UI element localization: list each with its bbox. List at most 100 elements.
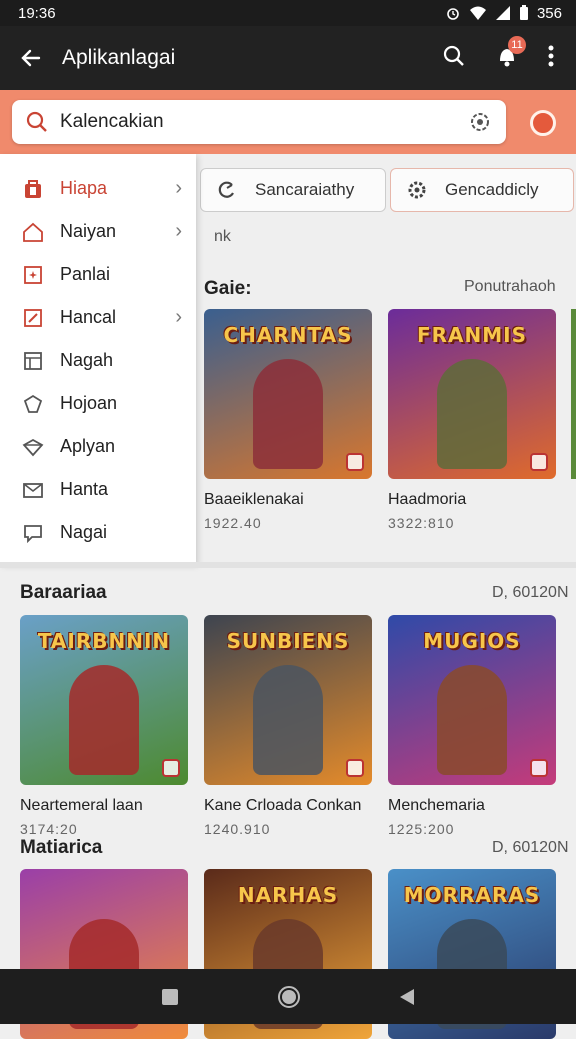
drawer-item-label: Hancal bbox=[60, 307, 117, 327]
arrow-left-icon bbox=[21, 49, 41, 67]
shield-icon bbox=[23, 394, 43, 413]
status-icons: 356 bbox=[445, 5, 562, 22]
drawer-item-label: Panlai bbox=[60, 264, 111, 284]
drawer-item-label: Nagai bbox=[60, 522, 108, 542]
search-bar[interactable] bbox=[12, 100, 506, 144]
rating-badge-icon bbox=[346, 759, 364, 777]
bag-icon bbox=[25, 179, 41, 198]
game-thumbnail: FRANMIS bbox=[388, 309, 556, 479]
drawer-item[interactable]: Hancal › bbox=[0, 296, 196, 339]
game-character bbox=[437, 359, 507, 469]
section-divider bbox=[0, 562, 576, 568]
game-art-title: CHARNTAS bbox=[223, 323, 353, 347]
status-time: 19:36 bbox=[18, 4, 56, 22]
mail-icon bbox=[23, 482, 43, 498]
game-name: Haadmoria bbox=[388, 491, 467, 508]
game-art-title: MORRARAS bbox=[403, 883, 541, 907]
rating-badge-icon bbox=[162, 759, 180, 777]
drawer-item[interactable]: Nagah bbox=[0, 339, 196, 382]
search-button[interactable] bbox=[442, 44, 466, 73]
chip-filter-2[interactable]: Gencaddicly bbox=[390, 168, 574, 212]
drawer-item-label: Hanta bbox=[60, 479, 109, 499]
game-thumbnail: MUGIOS bbox=[388, 615, 556, 785]
overflow-menu-button[interactable] bbox=[548, 45, 554, 72]
drawer-item[interactable]: Hojoan bbox=[0, 382, 196, 425]
battery-icon bbox=[519, 5, 528, 20]
game-character bbox=[69, 665, 139, 775]
section-title: Baraariaa bbox=[20, 582, 107, 603]
drawer-item-label: Hojoan bbox=[60, 393, 118, 413]
section-title: Matiarica bbox=[20, 837, 103, 858]
sparkle-frame-icon bbox=[24, 265, 42, 284]
chevron-right-icon: › bbox=[175, 306, 182, 328]
drawer-item[interactable]: Aplyan bbox=[0, 425, 196, 468]
drawer-item[interactable]: Naiyan › bbox=[0, 210, 196, 253]
game-meta: 1240.910 bbox=[204, 821, 271, 837]
rating-badge-icon bbox=[530, 759, 548, 777]
chat-icon bbox=[24, 524, 42, 543]
app-bar: Aplikanlagai 11 bbox=[0, 26, 576, 90]
layout-icon bbox=[24, 351, 42, 370]
filter-note: nk bbox=[214, 228, 231, 245]
game-thumbnail: CHARNTAS bbox=[204, 309, 372, 479]
game-meta: 3174:20 bbox=[20, 821, 78, 837]
drawer-item-label: Nagah bbox=[60, 350, 114, 370]
drawer-item-label: Naiyan bbox=[60, 221, 117, 241]
chip-filter-1[interactable]: Sancaraiathy bbox=[200, 168, 386, 212]
notification-badge: 11 bbox=[508, 35, 526, 54]
home-icon bbox=[23, 222, 43, 242]
search-input[interactable] bbox=[60, 111, 468, 133]
wifi-icon bbox=[469, 6, 486, 20]
rating-badge-icon bbox=[530, 453, 548, 471]
drawer-item[interactable]: Nagai bbox=[0, 511, 196, 554]
refresh-icon bbox=[218, 181, 234, 198]
avatar[interactable] bbox=[530, 110, 556, 136]
game-card[interactable]: MUGIOS Menchemaria 1225:200 bbox=[388, 615, 558, 837]
game-name: Neartemeral laan bbox=[20, 797, 143, 814]
rating-badge-icon bbox=[346, 453, 364, 471]
chip-label: Sancaraiathy bbox=[255, 180, 355, 199]
game-character bbox=[437, 665, 507, 775]
game-meta: 1922.40 bbox=[204, 515, 262, 531]
game-art-title: NARHAS bbox=[237, 883, 339, 907]
game-meta: 1225:200 bbox=[388, 821, 455, 837]
diamond-icon bbox=[22, 438, 44, 456]
drawer-item-label: Hiapa bbox=[60, 178, 108, 198]
drawer-item-label: Aplyan bbox=[60, 436, 116, 456]
game-thumbnail: SUNBIENS bbox=[204, 615, 372, 785]
back-button[interactable] bbox=[0, 46, 62, 70]
next-card-peek[interactable] bbox=[571, 309, 576, 479]
game-art-title: SUNBIENS bbox=[226, 629, 350, 653]
gear-icon bbox=[408, 181, 426, 199]
game-card[interactable]: SUNBIENS Kane Crloada Conkan 1240.910 bbox=[204, 615, 374, 837]
home-button-icon[interactable] bbox=[277, 985, 301, 1009]
notifications-button[interactable]: 11 bbox=[496, 35, 526, 73]
status-bar: 19:36 356 bbox=[0, 0, 576, 26]
more-vertical-icon bbox=[548, 45, 554, 66]
drawer-item[interactable]: Hanta bbox=[0, 468, 196, 511]
signal-icon bbox=[495, 6, 510, 20]
back-button-icon[interactable] bbox=[399, 988, 415, 1006]
section-see-all-link[interactable]: D, 60120N bbox=[492, 584, 569, 602]
page-title: Aplikanlagai bbox=[62, 46, 176, 69]
section-see-all-link[interactable]: D, 60120N bbox=[492, 839, 569, 857]
game-card[interactable]: TAIRBNNIN Neartemeral laan 3174:20 bbox=[20, 615, 190, 837]
game-meta: 3322:810 bbox=[388, 515, 455, 531]
game-art-title: MUGIOS bbox=[423, 629, 521, 653]
game-art-title: TAIRBNNIN bbox=[37, 629, 171, 653]
edit-icon bbox=[24, 308, 42, 327]
settings-icon[interactable] bbox=[468, 110, 492, 134]
chevron-right-icon: › bbox=[175, 220, 182, 242]
game-card[interactable]: CHARNTAS Baaeiklenakai 1922.40 bbox=[204, 309, 374, 531]
section-see-all-link[interactable]: Ponutrahaoh bbox=[464, 278, 556, 296]
battery-level: 356 bbox=[536, 4, 562, 22]
game-card[interactable]: FRANMIS Haadmoria 3322:810 bbox=[388, 309, 558, 531]
game-art-title: FRANMIS bbox=[416, 323, 528, 347]
section-title: Gaie: bbox=[204, 278, 252, 299]
chevron-right-icon: › bbox=[175, 177, 182, 199]
recents-button-icon[interactable] bbox=[161, 988, 179, 1006]
drawer-item[interactable]: Hiapa › bbox=[0, 167, 196, 210]
drawer-item[interactable]: Panlai bbox=[0, 253, 196, 296]
search-icon bbox=[443, 45, 464, 66]
search-band bbox=[0, 90, 576, 154]
